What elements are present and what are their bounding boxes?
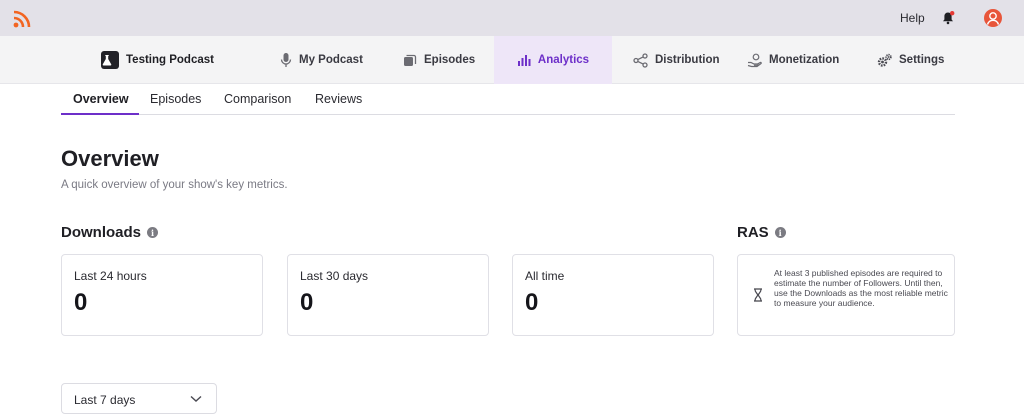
main-nav: Testing Podcast My Podcast Episodes Anal… [0, 36, 1024, 84]
metric-card-30d: Last 30 days 0 [287, 254, 489, 336]
downloads-heading-label: Downloads [61, 224, 142, 241]
metric-label: All time [525, 269, 565, 283]
period-select[interactable]: Last 7 days [61, 383, 217, 414]
hourglass-icon [754, 288, 762, 302]
active-tab-indicator [61, 113, 139, 115]
bell-icon[interactable] [940, 10, 956, 26]
metric-card-all-time: All time 0 [512, 254, 714, 336]
page-subtitle: A quick overview of your show's key metr… [61, 179, 288, 191]
gears-icon [877, 53, 892, 67]
microphone-icon [280, 53, 292, 67]
top-bar: Help [0, 0, 1024, 36]
ras-card: At least 3 published episodes are requir… [737, 254, 955, 336]
period-select-value: Last 7 days [74, 393, 136, 407]
metric-label: Last 24 hours [74, 269, 147, 283]
nav-item-label: Distribution [655, 54, 720, 66]
stack-icon [404, 54, 417, 66]
nav-item-settings[interactable]: Settings [877, 36, 944, 84]
info-icon[interactable]: i [774, 227, 786, 238]
user-avatar-icon[interactable] [984, 9, 1002, 27]
nav-item-analytics[interactable]: Analytics [494, 36, 612, 84]
flask-icon [101, 51, 119, 69]
help-link[interactable]: Help [900, 11, 925, 25]
subtab-episodes[interactable]: Episodes [150, 92, 201, 106]
page-title: Overview [61, 146, 159, 171]
nav-item-label: Analytics [537, 54, 590, 66]
ras-heading: RAS i [737, 224, 786, 241]
nav-item-label: Episodes [424, 54, 476, 66]
podcast-brand[interactable]: Testing Podcast [101, 36, 214, 84]
hand-coin-icon [747, 53, 762, 67]
nav-item-monetization[interactable]: Monetization [747, 36, 839, 84]
podcast-name: Testing Podcast [126, 54, 214, 66]
rss-icon[interactable] [12, 9, 32, 29]
subtab-comparison[interactable]: Comparison [224, 92, 291, 106]
metric-value: 0 [74, 289, 88, 316]
metric-value: 0 [300, 289, 314, 316]
ras-message: At least 3 published episodes are requir… [774, 268, 948, 309]
bar-chart-icon [517, 55, 531, 66]
metric-label: Last 30 days [300, 269, 369, 283]
subtab-overview[interactable]: Overview [73, 92, 129, 106]
nav-item-episodes[interactable]: Episodes [403, 36, 475, 84]
downloads-heading: Downloads i [61, 224, 159, 241]
nav-item-label: Monetization [769, 54, 840, 66]
share-icon [633, 52, 648, 68]
nav-item-label: My Podcast [299, 54, 363, 66]
nav-item-my-podcast[interactable]: My Podcast [280, 36, 363, 84]
chevron-down-icon [190, 395, 202, 402]
ras-heading-label: RAS [737, 224, 769, 241]
metric-card-24h: Last 24 hours 0 [61, 254, 263, 336]
subtab-reviews[interactable]: Reviews [315, 92, 362, 106]
analytics-subtabs: Overview Episodes Comparison Reviews [61, 84, 955, 115]
metric-value: 0 [525, 289, 539, 316]
nav-item-distribution[interactable]: Distribution [633, 36, 720, 84]
nav-item-label: Settings [899, 54, 945, 66]
info-icon[interactable]: i [147, 227, 159, 238]
